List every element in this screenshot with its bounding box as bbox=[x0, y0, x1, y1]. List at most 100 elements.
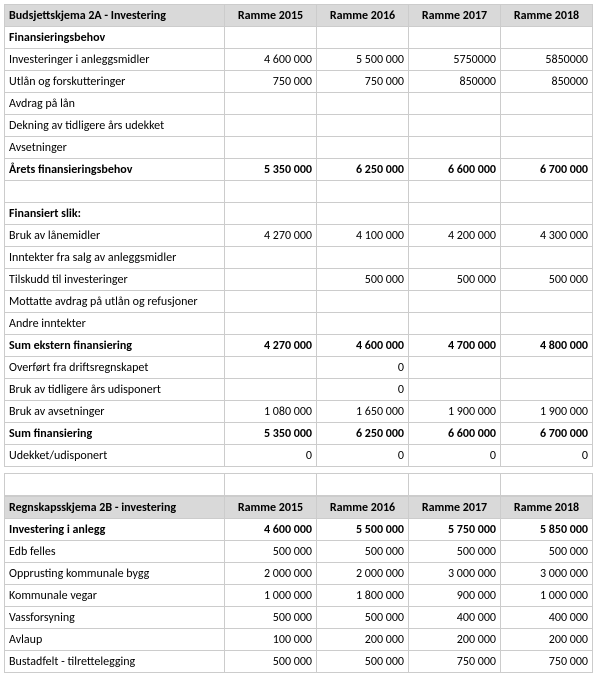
row-value bbox=[409, 313, 501, 335]
row-value: 1 080 000 bbox=[225, 401, 317, 423]
table-row: Opprusting kommunale bygg2 000 0002 000 … bbox=[5, 563, 593, 585]
row-value: 0 bbox=[317, 445, 409, 467]
row-value bbox=[409, 357, 501, 379]
row-value: 4 600 000 bbox=[225, 519, 317, 541]
row-value: 4 270 000 bbox=[225, 335, 317, 357]
row-value: 1 800 000 bbox=[317, 585, 409, 607]
table-row: Kommunale vegar1 000 0001 800 000900 000… bbox=[5, 585, 593, 607]
table-row: Udekket/udisponert0000 bbox=[5, 445, 593, 467]
row-value: 4 600 000 bbox=[225, 49, 317, 71]
row-value bbox=[409, 115, 501, 137]
row-value bbox=[501, 291, 593, 313]
row-value bbox=[317, 313, 409, 335]
row-value: 4 200 000 bbox=[409, 225, 501, 247]
table-row: Andre inntekter bbox=[5, 313, 593, 335]
table-title: Budsjettskjema 2A - Investering bbox=[5, 5, 225, 27]
row-value: 4 800 000 bbox=[501, 335, 593, 357]
table-row: Finansieringsbehov bbox=[5, 27, 593, 49]
row-value: 900 000 bbox=[409, 585, 501, 607]
row-value bbox=[409, 291, 501, 313]
row-value bbox=[409, 93, 501, 115]
row-value: 4 600 000 bbox=[317, 335, 409, 357]
row-value bbox=[501, 115, 593, 137]
row-label: Bruk av lånemidler bbox=[5, 225, 225, 247]
col-header: Ramme 2017 bbox=[409, 5, 501, 27]
row-value: 850000 bbox=[501, 71, 593, 93]
row-value: 500 000 bbox=[317, 651, 409, 673]
row-value bbox=[501, 203, 593, 225]
row-value: 6 700 000 bbox=[501, 423, 593, 445]
row-value bbox=[409, 181, 501, 203]
row-value: 0 bbox=[501, 445, 593, 467]
row-value bbox=[225, 181, 317, 203]
col-header: Ramme 2018 bbox=[501, 497, 593, 519]
row-value: 4 270 000 bbox=[225, 225, 317, 247]
table-row: Bruk av avsetninger1 080 0001 650 0001 9… bbox=[5, 401, 593, 423]
row-value: 400 000 bbox=[501, 607, 593, 629]
row-value: 5 500 000 bbox=[317, 519, 409, 541]
row-value: 0 bbox=[225, 445, 317, 467]
table-row: Investering i anlegg4 600 0005 500 0005 … bbox=[5, 519, 593, 541]
row-value bbox=[501, 357, 593, 379]
row-value bbox=[409, 379, 501, 401]
table-row: Bruk av lånemidler4 270 0004 100 0004 20… bbox=[5, 225, 593, 247]
row-label: Avsetninger bbox=[5, 137, 225, 159]
row-value bbox=[317, 93, 409, 115]
spacer-table bbox=[4, 473, 593, 496]
row-value: 5750000 bbox=[409, 49, 501, 71]
row-value: 200 000 bbox=[501, 629, 593, 651]
col-header: Ramme 2016 bbox=[317, 5, 409, 27]
row-value bbox=[409, 203, 501, 225]
row-value bbox=[501, 247, 593, 269]
table-row: Utlån og forskutteringer750 000750 00085… bbox=[5, 71, 593, 93]
row-value: 5 750 000 bbox=[409, 519, 501, 541]
row-label: Investeringer i anleggsmidler bbox=[5, 49, 225, 71]
row-value bbox=[317, 291, 409, 313]
row-value: 500 000 bbox=[225, 541, 317, 563]
table-row: Dekning av tidligere års udekket bbox=[5, 115, 593, 137]
row-value bbox=[225, 247, 317, 269]
row-value: 500 000 bbox=[317, 607, 409, 629]
row-label: Bustadfelt - tilrettelegging bbox=[5, 651, 225, 673]
table-row: Bustadfelt - tilrettelegging500 000500 0… bbox=[5, 651, 593, 673]
row-label bbox=[5, 181, 225, 203]
row-label: Overført fra driftsregnskapet bbox=[5, 357, 225, 379]
row-value: 500 000 bbox=[317, 269, 409, 291]
row-value: 750 000 bbox=[501, 651, 593, 673]
row-value: 850000 bbox=[409, 71, 501, 93]
row-value bbox=[501, 137, 593, 159]
row-value bbox=[317, 137, 409, 159]
row-value: 500 000 bbox=[317, 541, 409, 563]
row-value: 6 600 000 bbox=[409, 159, 501, 181]
row-value bbox=[317, 181, 409, 203]
row-value bbox=[501, 379, 593, 401]
row-label: Bruk av avsetninger bbox=[5, 401, 225, 423]
row-value: 500 000 bbox=[501, 541, 593, 563]
row-label: Opprusting kommunale bygg bbox=[5, 563, 225, 585]
table-header-row: Regnskapsskjema 2B - investering Ramme 2… bbox=[5, 497, 593, 519]
row-value bbox=[317, 247, 409, 269]
row-value: 6 250 000 bbox=[317, 423, 409, 445]
row-value bbox=[409, 247, 501, 269]
row-value: 1 900 000 bbox=[409, 401, 501, 423]
row-label: Investering i anlegg bbox=[5, 519, 225, 541]
row-value: 500 000 bbox=[225, 651, 317, 673]
row-value: 200 000 bbox=[317, 629, 409, 651]
table-row: Sum finansiering5 350 0006 250 0006 600 … bbox=[5, 423, 593, 445]
row-value bbox=[225, 203, 317, 225]
row-value: 1 900 000 bbox=[501, 401, 593, 423]
row-value bbox=[225, 379, 317, 401]
table-row: Avlaup100 000200 000200 000200 000 bbox=[5, 629, 593, 651]
table-row: Avsetninger bbox=[5, 137, 593, 159]
table-row: Edb felles500 000500 000500 000500 000 bbox=[5, 541, 593, 563]
row-value bbox=[225, 93, 317, 115]
row-label: Kommunale vegar bbox=[5, 585, 225, 607]
table-row: Årets finansieringsbehov5 350 0006 250 0… bbox=[5, 159, 593, 181]
row-value bbox=[409, 27, 501, 49]
row-value: 5 350 000 bbox=[225, 423, 317, 445]
budget-table-2a: Budsjettskjema 2A - Investering Ramme 20… bbox=[4, 4, 593, 467]
row-label: Avdrag på lån bbox=[5, 93, 225, 115]
row-value: 0 bbox=[409, 445, 501, 467]
row-label: Sum finansiering bbox=[5, 423, 225, 445]
row-value bbox=[225, 291, 317, 313]
